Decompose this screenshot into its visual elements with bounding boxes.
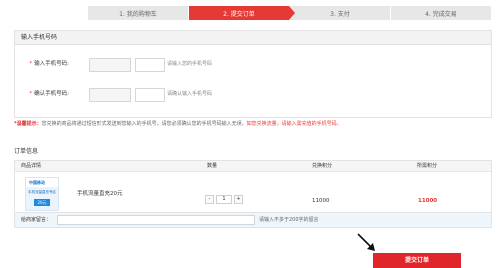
phone-input[interactable] xyxy=(135,58,165,72)
arrow-icon xyxy=(357,233,375,251)
phone-label: * 输入手机号码: xyxy=(29,61,69,67)
note-hint: 请输入不多于200字的留言 xyxy=(259,217,319,223)
quantity-plus-button[interactable]: + xyxy=(234,195,243,204)
confirm-phone-hint: 请确认输入手机号码 xyxy=(167,91,213,97)
phone-section: 输入手机号码 * 输入手机号码: 请输入您的手机号码 * 确认手机号码: 请确认输入… xyxy=(14,30,492,118)
tip-label: *温馨提示： xyxy=(14,121,42,127)
phone-hint: 请输入您的手机号码 xyxy=(167,61,213,67)
phone-section-title: 输入手机号码 xyxy=(15,31,491,45)
quantity-minus-button[interactable]: - xyxy=(205,195,214,204)
step-complete: 4. 完成交易 xyxy=(391,6,491,20)
product-image[interactable]: 中国移动 手机流量直充专区 20元 xyxy=(25,177,59,211)
tip-warning: 如您兑换流量，请输入需充值的手机号码。 xyxy=(246,121,342,127)
product-image-text: 手机流量直充专区 xyxy=(28,190,56,194)
header-total: 所需积分 xyxy=(417,163,438,169)
step-submit-order: 2. 提交订单 xyxy=(189,6,295,20)
product-image-brand: 中国移动 xyxy=(29,180,45,185)
step-cart[interactable]: 1. 我的购物车 xyxy=(88,6,188,20)
product-image-badge: 20元 xyxy=(34,199,50,206)
warm-tip: *温馨提示：您兑换的商品将通过短信形式发送到您输入的手机号，请您必须确认您的手机… xyxy=(14,120,490,129)
submit-order-button[interactable]: 提交订单 xyxy=(373,253,461,268)
tip-text: 您兑换的商品将通过短信形式发送到您输入的手机号，请您必须确认您的手机号码输入无误… xyxy=(41,121,247,127)
product-name[interactable]: 手机流量直充20元 xyxy=(77,189,123,197)
order-table-header: 商品详情 数量 兑换积分 所需积分 xyxy=(15,161,491,172)
phone-row: * 输入手机号码: 请输入您的手机号码 xyxy=(15,57,491,72)
exchange-points: 11000 xyxy=(312,198,330,204)
merchant-note-row: 给商家留言： 请输入不多于200字的留言 xyxy=(15,212,491,227)
confirm-phone-row: * 确认手机号码: 请确认输入手机号码 xyxy=(15,87,491,102)
confirm-phone-input[interactable] xyxy=(135,88,165,102)
note-label: 给商家留言： xyxy=(21,217,52,223)
step-payment: 3. 支付 xyxy=(290,6,390,20)
phone-input-prefix[interactable] xyxy=(89,58,131,72)
order-table: 商品详情 数量 兑换积分 所需积分 中国移动 手机流量直充专区 20元 手机流量… xyxy=(14,160,492,228)
required-points: 11000 xyxy=(418,198,438,204)
order-info-title: 订单信息 xyxy=(14,148,39,155)
quantity-input[interactable]: 1 xyxy=(216,195,232,204)
header-qty: 数量 xyxy=(207,163,218,169)
merchant-note-input[interactable] xyxy=(57,215,255,225)
header-points: 兑换积分 xyxy=(312,163,333,169)
confirm-phone-input-prefix[interactable] xyxy=(89,88,131,102)
quantity-stepper: - 1 + xyxy=(205,195,243,204)
header-product: 商品详情 xyxy=(21,163,42,169)
confirm-phone-label: * 确认手机号码: xyxy=(29,91,69,97)
checkout-steps: 1. 我的购物车 2. 提交订单 3. 支付 4. 完成交易 xyxy=(88,6,492,20)
